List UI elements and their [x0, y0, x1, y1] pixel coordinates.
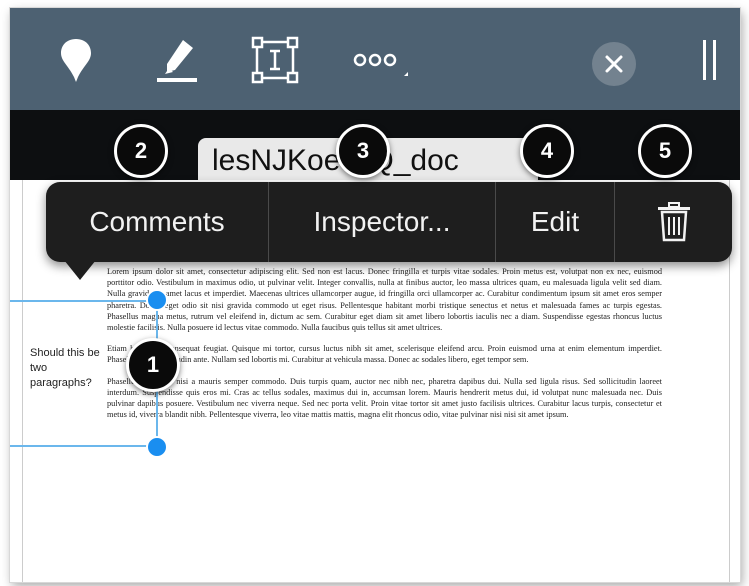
delete-menu-item[interactable] [615, 182, 732, 262]
more-icon[interactable] [350, 36, 410, 84]
callout-2: 2 [114, 124, 168, 178]
split-view-icon[interactable] [698, 36, 722, 84]
paragraph-1[interactable]: Lorem ipsum dolor sit amet, consectetur … [107, 266, 662, 333]
selection-end-handle[interactable] [146, 436, 168, 458]
comment-connector-top [10, 300, 158, 302]
callout-4: 4 [520, 124, 574, 178]
document-body[interactable]: Lorem ipsum dolor sit amet, consectetur … [107, 266, 662, 430]
paragraph-2[interactable]: Etiam bibendum consequat feugiat. Quisqu… [107, 343, 662, 365]
pin-icon[interactable] [54, 36, 98, 84]
comment-connector-bottom [10, 445, 158, 447]
context-menu-pointer [64, 260, 96, 280]
paragraph-3[interactable]: Phasellus venenatis nisi a mauris semper… [107, 376, 662, 421]
callout-1: 1 [126, 338, 180, 392]
edit-menu-item[interactable]: Edit [496, 182, 614, 262]
context-menu: Comments Inspector... Edit [46, 182, 732, 262]
trash-icon [657, 202, 690, 242]
callout-5: 5 [638, 124, 692, 178]
inspector-menu-item[interactable]: Inspector... [269, 182, 495, 262]
callout-3: 3 [336, 124, 390, 178]
app-window: lesNJKoetNQ_doc Lorem ipsum dolor sit am… [10, 8, 740, 582]
comment-text[interactable]: Should this be two paragraphs? [30, 346, 110, 391]
close-icon [605, 55, 623, 73]
text-box-icon[interactable] [250, 36, 300, 84]
close-button[interactable] [592, 42, 636, 86]
selection-start-handle[interactable] [146, 289, 168, 311]
top-toolbar [10, 8, 740, 110]
highlighter-icon[interactable] [152, 36, 202, 84]
comments-menu-item[interactable]: Comments [46, 182, 268, 262]
